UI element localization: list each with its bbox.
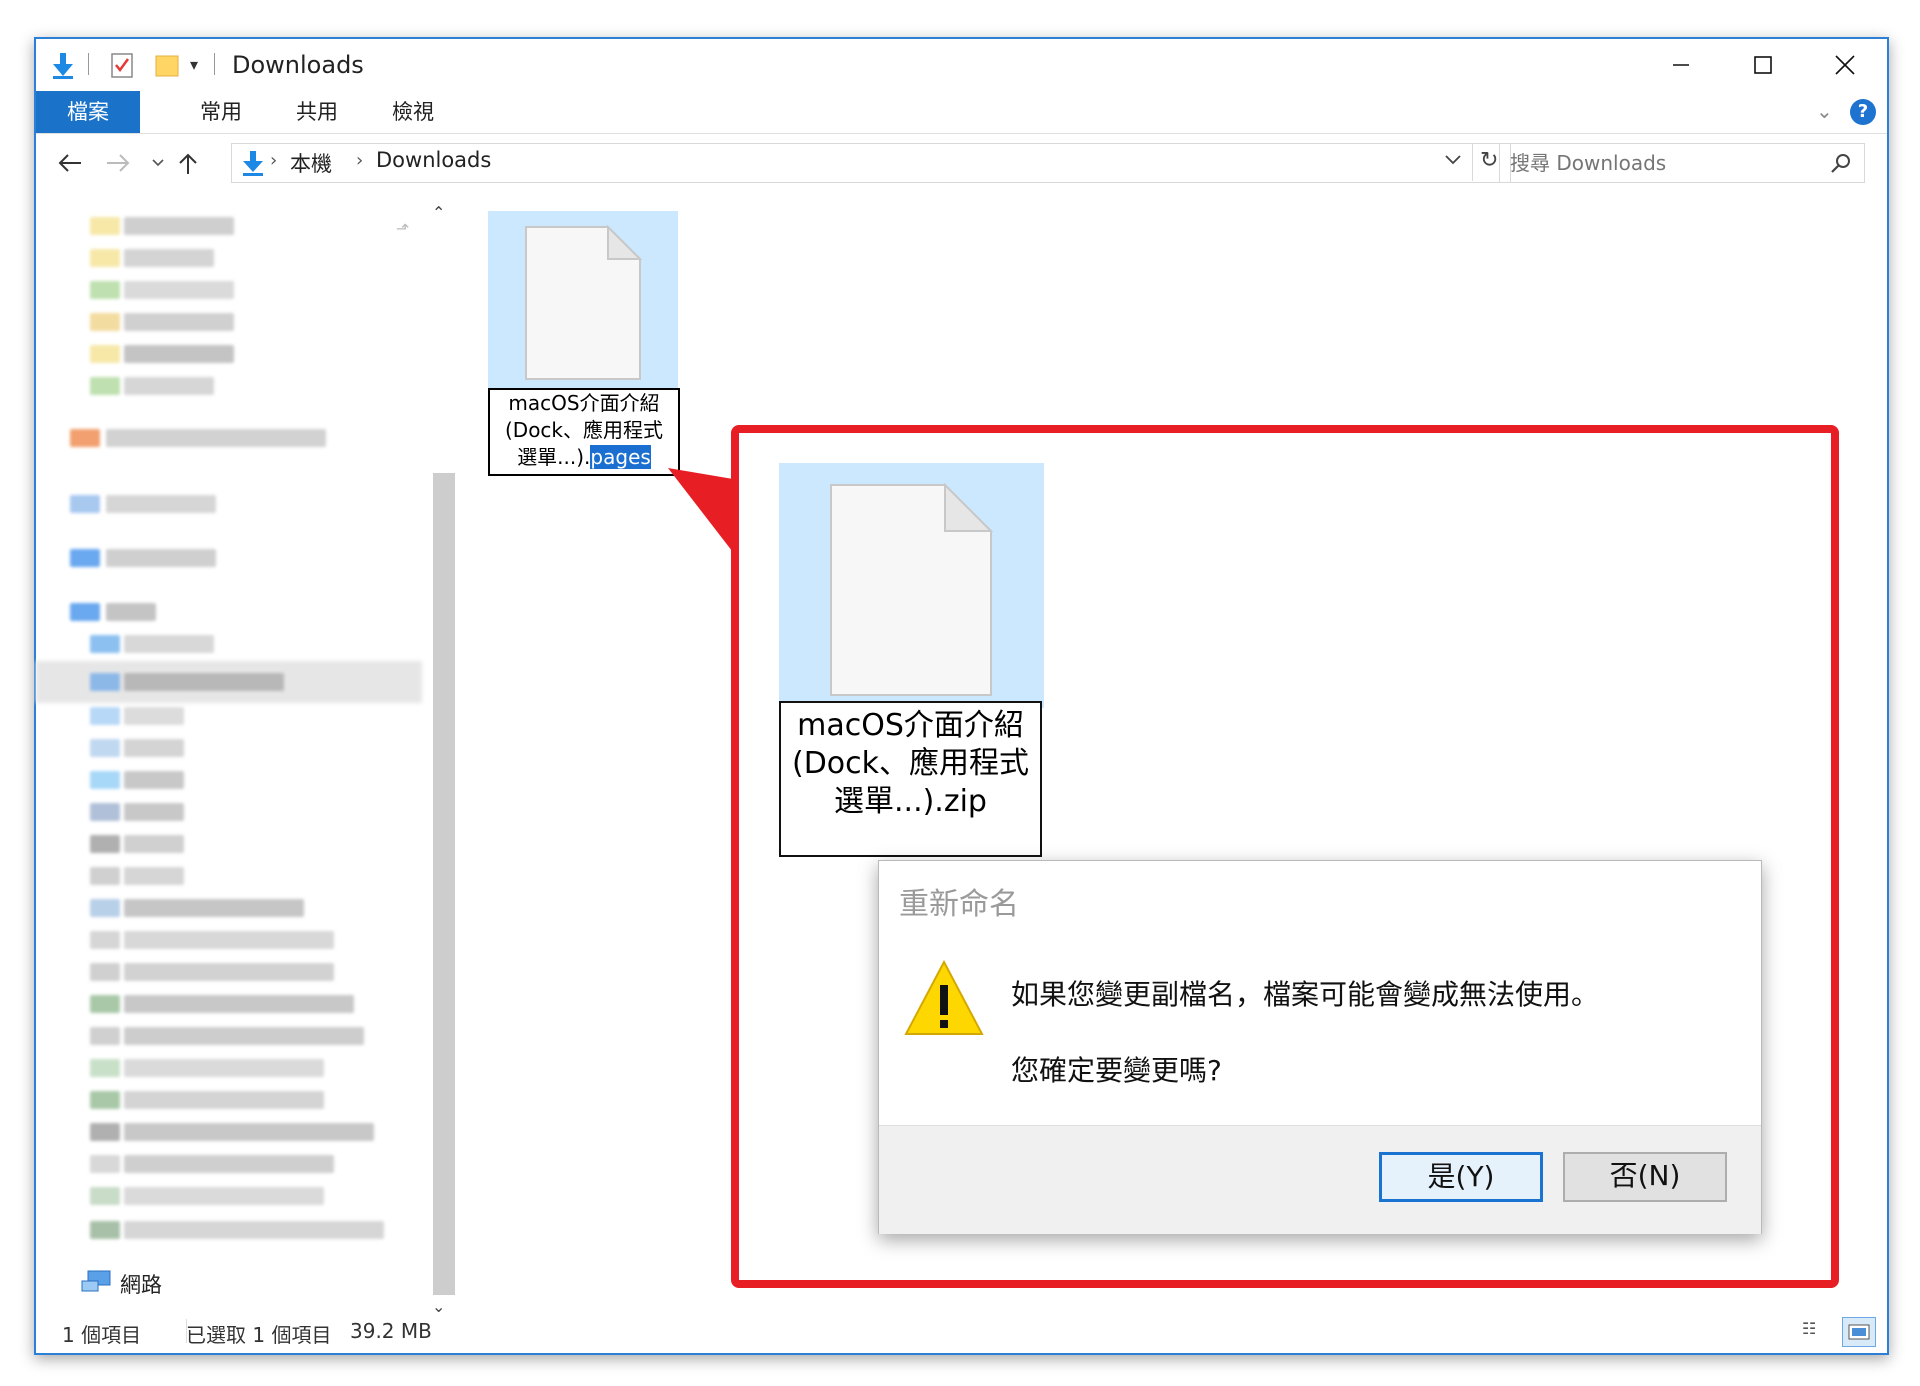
zoom-filename-line-1: macOS介面介紹	[797, 708, 1024, 743]
blank-document-icon	[830, 483, 993, 696]
zoom-filename-line-3: 選單...).zip	[834, 784, 987, 819]
dialog-button-bar: 是(Y) 否(N)	[879, 1125, 1761, 1234]
dialog-message-primary: 如果您變更副檔名，檔案可能會變成無法使用。	[1011, 978, 1600, 1011]
dialog-title: 重新命名	[899, 887, 1019, 922]
rename-warning-dialog: 重新命名 如果您變更副檔名，檔案可能會變成無法使用。 您確定要變更嗎? 是(Y)…	[878, 860, 1762, 1234]
warning-icon	[904, 959, 984, 1035]
zoom-file-item	[779, 463, 1044, 708]
yes-button[interactable]: 是(Y)	[1379, 1152, 1543, 1202]
no-button[interactable]: 否(N)	[1563, 1152, 1727, 1202]
zoom-filename-box: macOS介面介紹 (Dock、應用程式 選單...).zip	[779, 701, 1042, 857]
dialog-message-question: 您確定要變更嗎?	[1011, 1054, 1222, 1087]
zoom-callout: macOS介面介紹 (Dock、應用程式 選單...).zip 重新命名 如果您…	[731, 425, 1839, 1288]
zoom-filename-line-2: (Dock、應用程式	[791, 746, 1030, 781]
